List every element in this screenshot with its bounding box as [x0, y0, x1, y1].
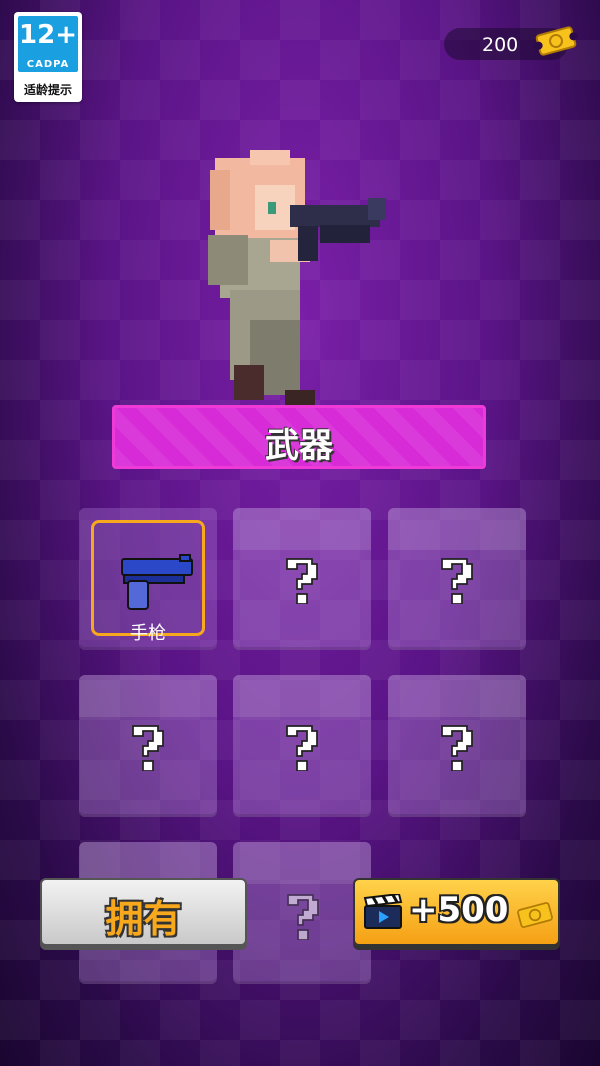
watch-video-reward-button[interactable]: +500 [353, 878, 560, 946]
pistol-icon [121, 554, 193, 610]
age-rating-top: 12+ CADPA [18, 16, 78, 72]
cell-highlight [233, 508, 371, 550]
question-mark-icon [132, 725, 164, 771]
question-mark-icon [287, 894, 319, 940]
cell-highlight [233, 675, 371, 717]
age-rating-tip: 适龄提示 [23, 83, 72, 97]
age-rating-badge: 12+ CADPA 适龄提示 [14, 12, 82, 102]
cell-highlight [79, 675, 217, 717]
reward-amount: +500 [409, 890, 509, 930]
currency-amount: 200 [482, 34, 519, 56]
item-slot-locked[interactable] [233, 508, 371, 650]
category-banner: 武器 [112, 405, 486, 469]
ticket-coin-icon [534, 26, 578, 56]
question-mark-icon [441, 725, 473, 771]
character-figure [208, 150, 386, 415]
ticket-coin-icon [517, 902, 553, 928]
question-mark-icon [286, 725, 318, 771]
age-rating-number: 12+ [19, 20, 77, 50]
item-slot-locked[interactable] [388, 508, 526, 650]
video-clapper-icon [363, 894, 403, 929]
item-label: 手枪 [130, 623, 166, 644]
item-slot-pistol[interactable]: 手枪 [79, 508, 217, 650]
cell-highlight [388, 675, 526, 717]
item-slot-locked[interactable] [388, 675, 526, 817]
selected-frame: 手枪 [91, 520, 205, 644]
owned-button-label: 拥有 [105, 897, 182, 941]
cell-highlight [233, 842, 371, 884]
owned-button[interactable]: 拥有 [40, 878, 247, 946]
item-slot-locked[interactable] [233, 675, 371, 817]
question-mark-icon [441, 558, 473, 604]
cell-highlight [388, 508, 526, 550]
category-title: 武器 [265, 426, 333, 466]
age-rating-org: CADPA [26, 59, 70, 70]
question-mark-icon [286, 558, 318, 604]
item-slot-locked[interactable] [79, 675, 217, 817]
